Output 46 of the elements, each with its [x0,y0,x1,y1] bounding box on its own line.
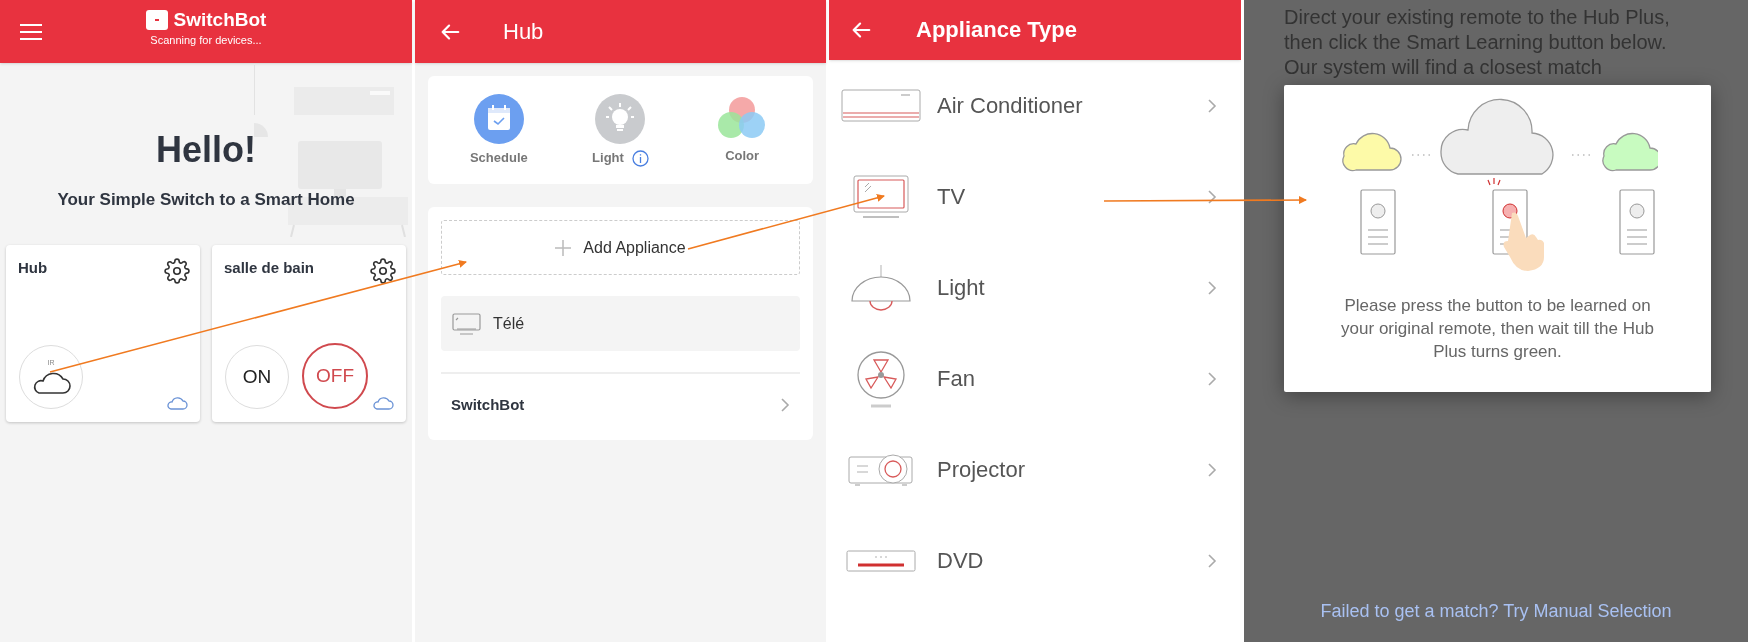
settings-icon[interactable] [370,258,396,284]
screen-title: Appliance Type [916,17,1077,43]
feature-label: Schedule [469,150,528,166]
settings-icon[interactable] [164,258,190,284]
chevron-right-icon [1207,552,1217,569]
device-card[interactable]: salle de bain ON OFF [212,245,406,422]
pendant-lamp-icon [850,264,912,311]
chevron-right-icon [1207,279,1217,296]
projector-icon [848,451,914,488]
appliance-row[interactable]: Télé [441,296,800,351]
chevron-right-icon [1207,97,1217,114]
cloud-icon [166,396,188,410]
logo-icon [145,10,168,30]
appliance-type-row[interactable]: Fan [829,333,1241,424]
menu-icon[interactable] [20,23,42,40]
fan-icon [855,349,907,408]
device-name: Hub [18,259,48,277]
air-conditioner-icon [841,88,921,123]
tv-icon [853,174,909,219]
chevron-right-icon [1207,370,1217,387]
appliance-type-row[interactable]: Light [829,242,1241,333]
add-appliance-button[interactable]: Add Appliance [441,220,800,275]
appliance-type-row[interactable]: DVD [829,515,1241,606]
scanning-status: Scanning for devices... [150,33,262,47]
tv-icon [452,312,481,335]
screen-title: Hub [503,18,544,45]
device-name: salle de bain [224,259,315,277]
calendar-icon[interactable] [473,94,524,144]
appliance-type-row[interactable]: Air Conditioner [829,60,1241,151]
app-name: SwitchBot [173,9,267,31]
cloud-icon [372,396,394,410]
info-icon[interactable] [631,149,649,167]
appliance-type-row[interactable]: TV [829,151,1241,242]
greeting: Hello! [155,129,257,171]
chevron-right-icon [1207,188,1217,205]
feature-label: Color [725,148,760,164]
appliance-type-row[interactable]: Projector [829,424,1241,515]
feature-label: Light [592,150,624,166]
off-button[interactable]: OFF [302,343,368,409]
chevron-right-icon [780,397,790,413]
section-row[interactable]: SwitchBot [441,374,800,436]
tagline: Your Simple Switch to a Smart Home [56,189,356,211]
chevron-right-icon [1207,461,1217,478]
plus-icon [555,239,572,256]
dialog-message: Please press the button to be learned on your original remote, then wait till the Hub Plus turns green. [1340,295,1655,363]
dvd-player-icon [846,549,916,572]
